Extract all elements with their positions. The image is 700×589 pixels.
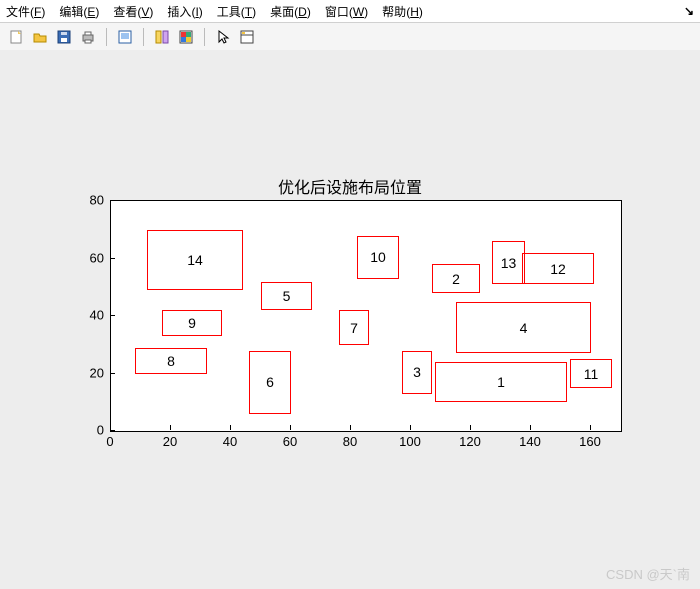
menu-desktop[interactable]: 桌面(D) [270,3,311,20]
y-tick-label: 60 [70,250,104,265]
separator [204,28,205,46]
facility-rect-13: 13 [492,241,525,284]
x-tick-label: 140 [519,434,541,449]
menu-items: 文件(F) 编辑(E) 查看(V) 插入(I) 工具(T) 桌面(D) 窗口(W… [6,3,423,20]
facility-rect-5: 5 [261,282,312,311]
menu-insert[interactable]: 插入(I) [167,3,202,20]
separator [143,28,144,46]
menu-file[interactable]: 文件(F) [6,3,45,20]
separator [106,28,107,46]
x-tick-label: 60 [283,434,297,449]
y-tick-label: 40 [70,308,104,323]
y-tick-label: 0 [70,423,104,438]
y-tick-label: 80 [70,193,104,208]
facility-rect-3: 3 [402,351,432,394]
dock-arrow-icon[interactable]: ↘ [684,4,694,18]
plot-area: 1234567891011121314 [110,200,622,432]
menu-view[interactable]: 查看(V) [113,3,153,20]
facility-rect-1: 1 [435,362,567,402]
save-button[interactable] [54,27,74,47]
toolbar [0,23,700,52]
watermark: CSDN @天`南 [606,564,690,583]
x-tick-label: 120 [459,434,481,449]
facility-rect-14: 14 [147,230,243,290]
facility-rect-12: 12 [522,253,594,285]
property-inspector-button[interactable] [237,27,257,47]
menubar: 文件(F) 编辑(E) 查看(V) 插入(I) 工具(T) 桌面(D) 窗口(W… [0,0,700,23]
x-tick-label: 160 [579,434,601,449]
colorbar-button[interactable] [176,27,196,47]
menu-window[interactable]: 窗口(W) [325,3,368,20]
figure-canvas[interactable]: 优化后设施布局位置 1234567891011121314 0204060800… [0,50,700,589]
menu-tools[interactable]: 工具(T) [217,3,256,20]
facility-rect-7: 7 [339,310,369,345]
facility-rect-9: 9 [162,310,222,336]
print-button[interactable] [78,27,98,47]
x-tick-label: 0 [106,434,113,449]
pointer-button[interactable] [213,27,233,47]
x-tick-label: 40 [223,434,237,449]
x-tick-label: 100 [399,434,421,449]
new-figure-button[interactable] [6,27,26,47]
axes: 优化后设施布局位置 1234567891011121314 0204060800… [70,180,630,460]
y-tick-label: 20 [70,365,104,380]
open-button[interactable] [30,27,50,47]
chart-title: 优化后设施布局位置 [70,174,630,198]
facility-rect-10: 10 [357,236,399,279]
x-tick-label: 80 [343,434,357,449]
menu-edit[interactable]: 编辑(E) [59,3,99,20]
print-preview-button[interactable] [115,27,135,47]
facility-rect-11: 11 [570,359,612,388]
facility-rect-8: 8 [135,348,207,374]
link-plot-button[interactable] [152,27,172,47]
facility-rect-6: 6 [249,351,291,414]
facility-rect-2: 2 [432,264,480,293]
x-tick-label: 20 [163,434,177,449]
menu-help[interactable]: 帮助(H) [382,3,423,20]
facility-rect-4: 4 [456,302,591,354]
